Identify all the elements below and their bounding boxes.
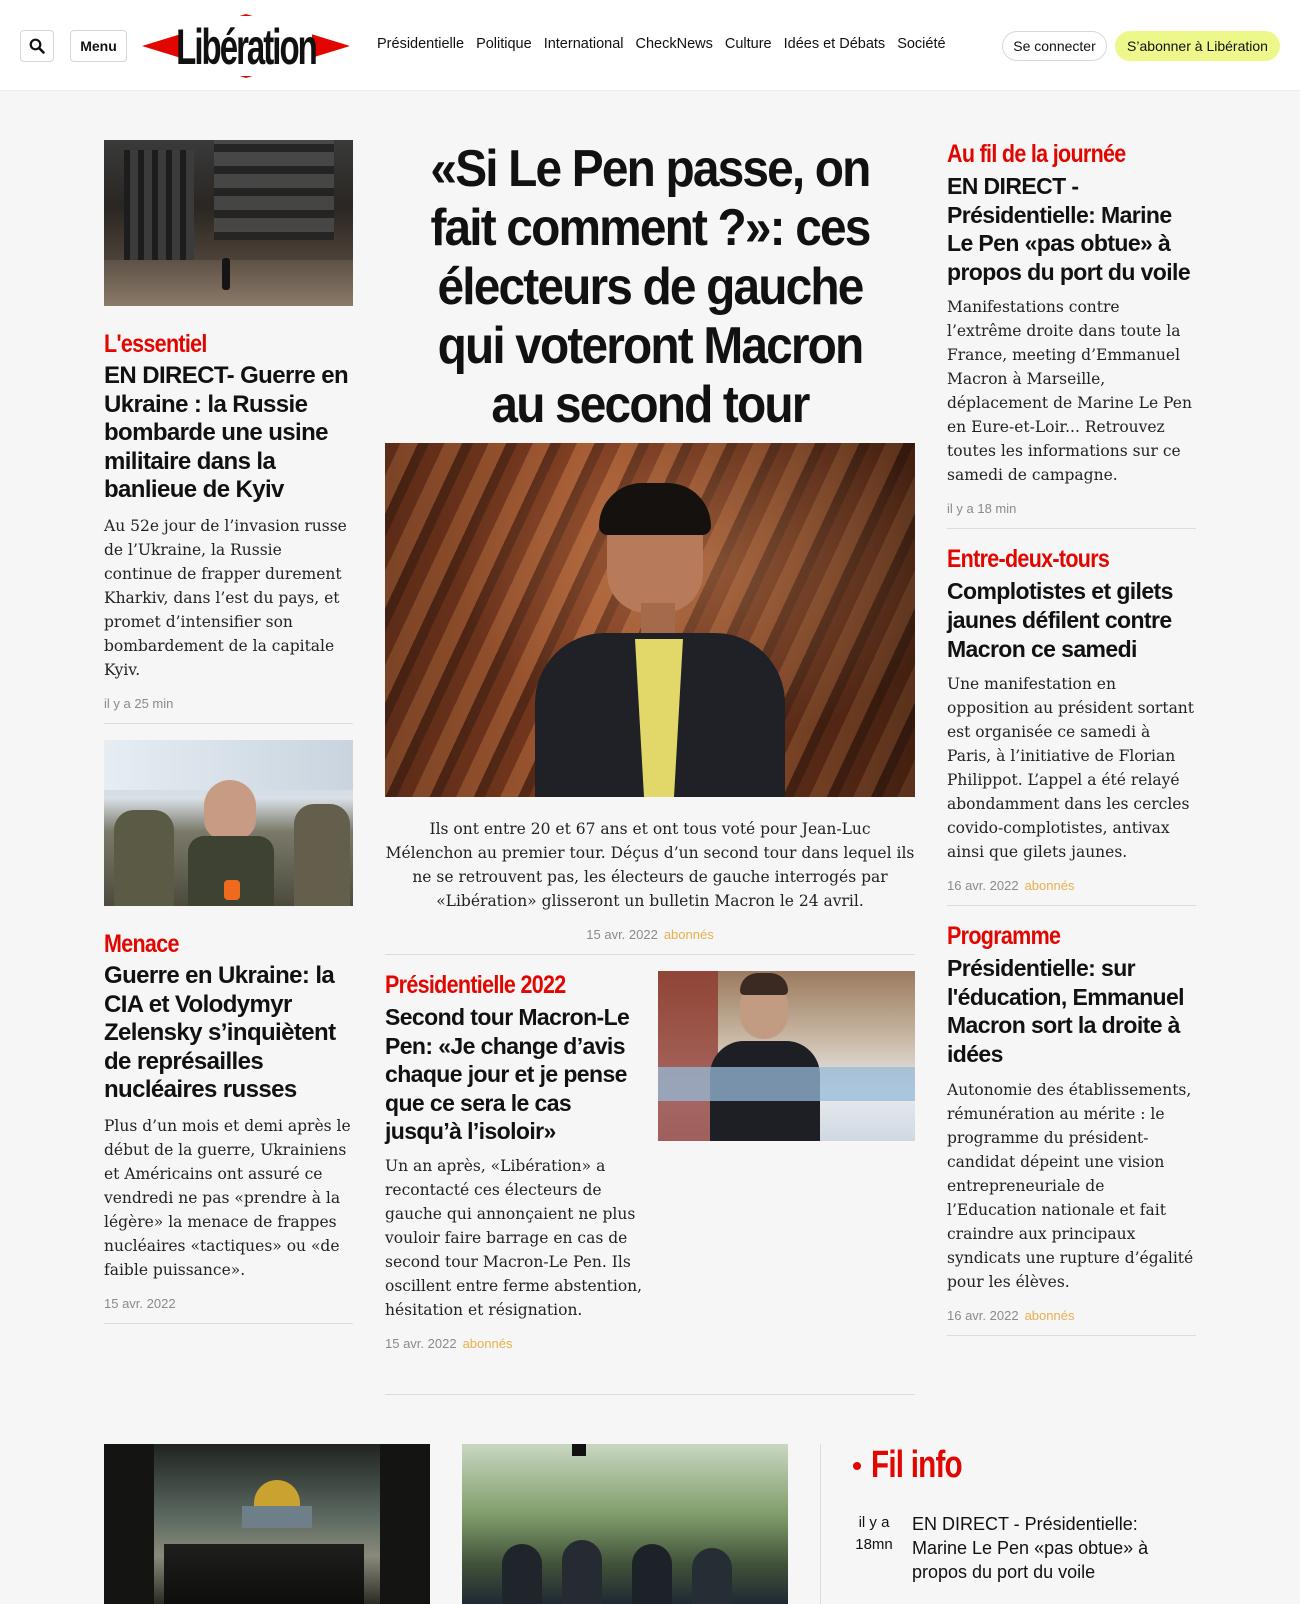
article-card[interactable]: Au fil de la journée EN DIRECT - Préside… <box>947 140 1196 530</box>
column-separator <box>820 1444 821 1604</box>
liberation-logo[interactable]: Libération <box>142 6 350 86</box>
article-image-voter[interactable] <box>658 971 915 1141</box>
subscriber-badge: abonnés <box>462 1335 513 1351</box>
fil-info-title: Fil info <box>871 1444 963 1486</box>
search-icon <box>29 38 45 54</box>
article-rubric: L'essentiel <box>104 330 207 358</box>
lead-excerpt: Ils ont entre 20 et 67 ans et ont tous v… <box>385 820 915 910</box>
article-excerpt: Plus d’un mois et demi après le début de… <box>104 1116 351 1279</box>
menu-button[interactable]: Menu <box>70 30 127 62</box>
article-meta: 16 avr. 2022 abonnés <box>947 1308 1196 1323</box>
article-image-zelensky[interactable] <box>104 739 353 906</box>
article-title[interactable]: Second tour Macron-Le Pen: «Je change d’… <box>385 1003 643 1146</box>
article-excerpt: Une manifestation en opposition au prési… <box>947 675 1195 862</box>
nav-item-international[interactable]: International <box>544 36 624 52</box>
right-column: Au fil de la journée EN DIRECT - Préside… <box>947 140 1196 1336</box>
article-excerpt: Un an après, «Libération» a recontacté c… <box>385 1156 643 1319</box>
divider <box>385 1394 915 1395</box>
article-meta: 15 avr. 2022 abonnés <box>385 1336 643 1351</box>
nav-item-culture[interactable]: Culture <box>725 36 772 52</box>
article-rubric: Menace <box>104 929 179 958</box>
article-excerpt: Au 52e jour de l’invasion russe de l’Ukr… <box>104 516 347 679</box>
subscriber-badge: abonnés <box>1024 878 1075 894</box>
article-title[interactable]: Guerre en Ukraine: la CIA et Volodymyr Z… <box>104 962 353 1105</box>
fil-info-text[interactable]: EN DIRECT - Présidentielle: Marine Le Pe… <box>912 1512 1182 1584</box>
login-button[interactable]: Se connecter <box>1002 31 1107 61</box>
article-title[interactable]: EN DIRECT- Guerre en Ukraine : la Russie… <box>104 362 353 505</box>
article-title[interactable]: Présidentielle: sur l'éducation, Emmanue… <box>947 954 1196 1068</box>
article-time: il y a 18 min <box>947 501 1017 517</box>
article-meta: 15 avr. 2022 <box>104 1296 353 1311</box>
article-meta: il y a 25 min <box>104 696 353 711</box>
site-header: Menu Libération Présidentielle Politique… <box>0 0 1300 91</box>
lead-meta: 15 avr. 2022 abonnés <box>385 927 915 942</box>
nav-item-presidentielle[interactable]: Présidentielle <box>377 36 464 52</box>
article-card[interactable]: Menace Guerre en Ukraine: la CIA et Volo… <box>104 930 353 1324</box>
subscriber-badge: abonnés <box>663 927 714 942</box>
article-time: 16 avr. 2022 <box>947 878 1019 894</box>
article-rubric: Programme <box>947 922 1061 951</box>
fil-info-time: il y a 18mn <box>855 1514 893 1553</box>
article-image-dome-of-the-rock[interactable] <box>104 1444 430 1604</box>
lead-title[interactable]: «Si Le Pen passe, on fait comment ?»: ce… <box>406 140 894 435</box>
article-image-macron-crowd[interactable] <box>462 1444 788 1604</box>
live-dot-icon <box>853 1461 861 1470</box>
article-card[interactable]: Entre-deux-tours Complotistes et gilets … <box>947 545 1196 907</box>
nav-item-checknews[interactable]: CheckNews <box>636 36 713 52</box>
article-time: 15 avr. 2022 <box>385 1335 457 1351</box>
article-excerpt: Autonomie des établissements, rémunérati… <box>947 1080 1194 1291</box>
lead-time: 15 avr. 2022 <box>586 927 658 942</box>
fil-info-header[interactable]: Fil info <box>853 1444 988 1487</box>
subscribe-button[interactable]: S’abonner à Libération <box>1115 31 1280 61</box>
article-title[interactable]: EN DIRECT - Présidentielle: Marine Le Pe… <box>947 172 1196 286</box>
fil-info-item[interactable]: il y a 18mn EN DIRECT - Présidentielle: … <box>852 1512 1182 1584</box>
article-meta: il y a 18 min <box>947 501 1196 516</box>
article-card[interactable]: Programme Présidentielle: sur l'éducatio… <box>947 922 1196 1336</box>
divider <box>947 905 1196 907</box>
left-column: L'essentiel EN DIRECT- Guerre en Ukraine… <box>104 140 353 1324</box>
lead-image-portrait[interactable] <box>385 443 915 797</box>
logo-text: Libération <box>176 19 316 74</box>
article-time: 15 avr. 2022 <box>104 1295 176 1311</box>
article-time: il y a 25 min <box>104 695 174 711</box>
divider <box>947 1334 1196 1336</box>
article-card[interactable]: Présidentielle 2022 Second tour Macron-L… <box>385 971 915 1389</box>
article-time: 16 avr. 2022 <box>947 1307 1019 1323</box>
divider <box>104 1322 353 1324</box>
article-excerpt: Manifestations contre l’extrême droite d… <box>947 298 1192 485</box>
article-card[interactable]: L'essentiel EN DIRECT- Guerre en Ukraine… <box>104 330 353 724</box>
divider <box>385 954 915 955</box>
nav-item-idees-debats[interactable]: Idées et Débats <box>784 36 886 52</box>
main-nav: Présidentielle Politique International C… <box>377 36 946 52</box>
divider <box>947 528 1196 530</box>
lead-column: «Si Le Pen passe, on fait comment ?»: ce… <box>385 140 915 1395</box>
article-rubric: Entre-deux-tours <box>947 545 1110 574</box>
search-button[interactable] <box>20 30 54 62</box>
article-meta: 16 avr. 2022 abonnés <box>947 878 1196 893</box>
article-rubric: Au fil de la journée <box>947 140 1126 168</box>
divider <box>104 722 353 724</box>
nav-item-politique[interactable]: Politique <box>476 36 532 52</box>
article-rubric: Présidentielle 2022 <box>385 971 566 999</box>
article-image-ruined-building[interactable] <box>104 140 353 306</box>
nav-item-societe[interactable]: Société <box>897 36 945 52</box>
subscriber-badge: abonnés <box>1024 1307 1075 1323</box>
article-title[interactable]: Complotistes et gilets jaunes défilent c… <box>947 577 1196 663</box>
